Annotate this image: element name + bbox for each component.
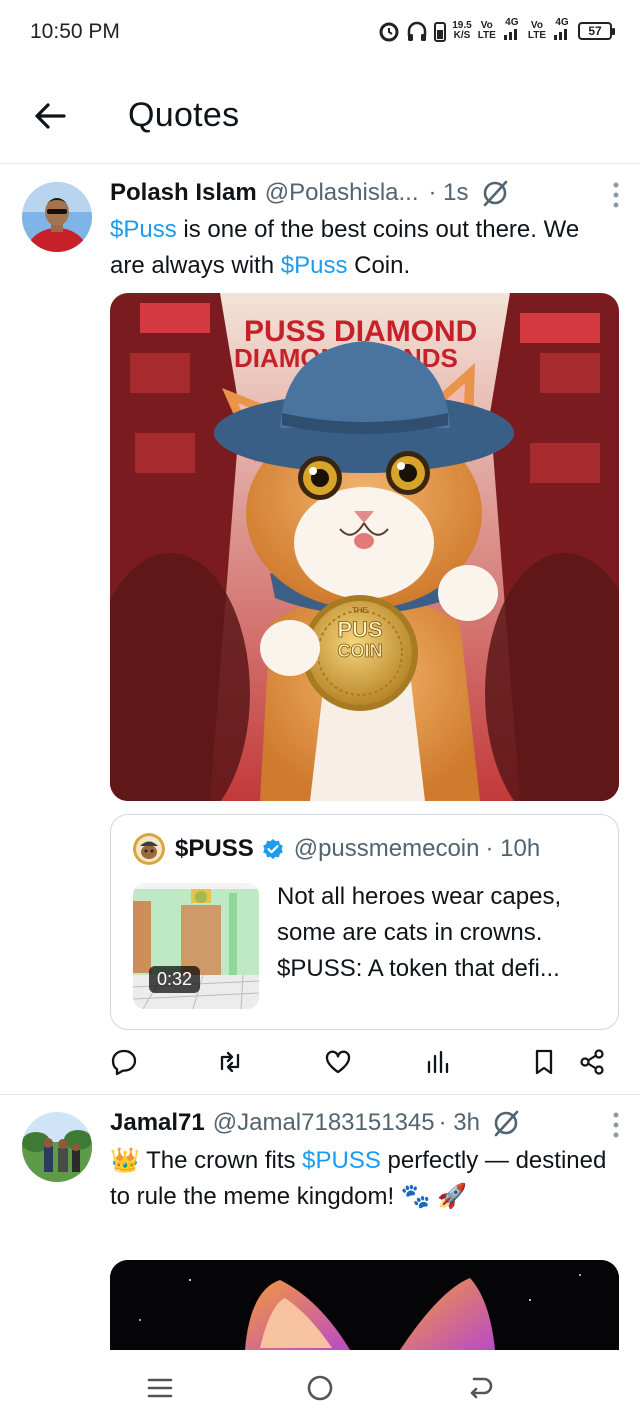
signal-icon bbox=[554, 29, 567, 40]
timestamp[interactable]: · 3h bbox=[439, 1109, 480, 1137]
views-button[interactable] bbox=[422, 1046, 454, 1078]
speed-unit: K/S bbox=[453, 29, 471, 41]
post-image[interactable]: PUSS DIAMOND DIAMOND HANDS bbox=[110, 293, 619, 801]
sim1-volte: Vo LTE bbox=[477, 19, 496, 41]
home-button[interactable] bbox=[300, 1368, 340, 1408]
more-icon[interactable] bbox=[612, 182, 620, 208]
display-name[interactable]: Jamal71 bbox=[110, 1109, 205, 1137]
page-title: Quotes bbox=[128, 96, 240, 134]
status-time: 10:50 PM bbox=[30, 20, 120, 43]
handle[interactable]: @Jamal7183151345 bbox=[213, 1109, 435, 1137]
network-speed: 19.5 K/S bbox=[452, 19, 472, 41]
post-image[interactable] bbox=[110, 1260, 619, 1350]
sim1-net: 4G bbox=[505, 17, 519, 28]
bookmark-icon bbox=[535, 1049, 553, 1075]
avatar[interactable] bbox=[22, 1112, 92, 1182]
reply-button[interactable] bbox=[108, 1046, 140, 1078]
repost-button[interactable] bbox=[214, 1046, 246, 1078]
sim2-signal: 4G bbox=[552, 18, 572, 43]
system-nav-bar bbox=[0, 1350, 640, 1422]
menu-icon bbox=[147, 1378, 173, 1398]
bookmark-button[interactable] bbox=[528, 1046, 560, 1078]
like-button[interactable] bbox=[322, 1046, 354, 1078]
post[interactable]: Jamal71 @Jamal7183151345 · 3h 👑 The crow… bbox=[0, 1096, 640, 1350]
battery-saver-icon bbox=[434, 21, 447, 42]
avatar[interactable] bbox=[22, 182, 92, 252]
quoted-post-text: Not all heroes wear capes, some are cats… bbox=[277, 883, 562, 982]
text-segment: Coin. bbox=[347, 252, 411, 279]
post-actions bbox=[110, 1044, 620, 1080]
grok-icon[interactable] bbox=[481, 179, 509, 207]
display-name[interactable]: Polash Islam bbox=[110, 179, 257, 207]
avatar[interactable] bbox=[133, 833, 165, 865]
back-icon bbox=[470, 1377, 493, 1399]
reply-icon bbox=[111, 1049, 137, 1076]
sim1-bottom: LTE bbox=[477, 29, 496, 41]
share-button[interactable] bbox=[576, 1046, 608, 1078]
handle[interactable]: @pussmemecoin bbox=[294, 835, 480, 863]
timestamp[interactable]: · 1s bbox=[429, 179, 469, 207]
video-thumbnail[interactable]: 0:32 bbox=[133, 883, 259, 1009]
sim1-top: Vo bbox=[480, 19, 493, 31]
cashtag-link[interactable]: $Puss bbox=[281, 252, 348, 279]
post-divider bbox=[0, 1094, 640, 1095]
headphones-icon bbox=[407, 21, 427, 41]
views-icon bbox=[427, 1050, 449, 1074]
recent-apps-button[interactable] bbox=[140, 1368, 180, 1408]
more-icon[interactable] bbox=[612, 1112, 620, 1138]
status-icons: 19.5 K/S Vo LTE 4G Vo LTE 4G 57 bbox=[378, 18, 615, 43]
post-header: Polash Islam @Polashisla... · 1s bbox=[110, 176, 620, 210]
system-back-button[interactable] bbox=[460, 1368, 500, 1408]
coin-text-line1: PUS bbox=[337, 617, 382, 642]
status-bar: 10:50 PM 19.5 K/S Vo LTE 4G Vo LTE 4G 57 bbox=[0, 0, 640, 64]
post-text: 👑 The crown fits $PUSS perfectly — desti… bbox=[110, 1143, 612, 1215]
speed-value: 19.5 bbox=[452, 19, 472, 31]
home-icon bbox=[307, 1375, 333, 1401]
sim1-signal: 4G bbox=[502, 18, 522, 43]
handle[interactable]: @Polashisla... bbox=[265, 179, 419, 207]
coin-text-line2: COIN bbox=[338, 641, 383, 661]
back-button[interactable] bbox=[28, 94, 72, 138]
grok-icon[interactable] bbox=[492, 1109, 520, 1137]
quoted-post[interactable]: $PUSS @pussmemecoin · 10h 0:32 Not all h… bbox=[110, 814, 619, 1030]
header: Quotes bbox=[0, 66, 640, 164]
timestamp[interactable]: · 10h bbox=[485, 835, 540, 863]
sim2-net: 4G bbox=[555, 17, 569, 28]
back-arrow-icon bbox=[35, 103, 66, 129]
coin-small-text: THE bbox=[352, 606, 368, 615]
repost-icon bbox=[220, 1051, 240, 1073]
sim2-top: Vo bbox=[530, 19, 543, 31]
post-header: Jamal71 @Jamal7183151345 · 3h bbox=[110, 1106, 620, 1140]
share-icon bbox=[580, 1049, 604, 1075]
like-icon bbox=[325, 1050, 351, 1074]
signal-icon bbox=[503, 29, 517, 40]
sim2-bottom: LTE bbox=[527, 29, 546, 41]
post-text: $Puss is one of the best coins out there… bbox=[110, 212, 612, 284]
display-name[interactable]: $PUSS bbox=[175, 835, 254, 863]
quoted-post-header: $PUSS @pussmemecoin · 10h bbox=[133, 833, 540, 865]
video-duration: 0:32 bbox=[149, 966, 201, 993]
alarm-icon bbox=[379, 22, 399, 41]
sim2-volte: Vo LTE bbox=[527, 19, 546, 41]
cashtag-link[interactable]: $Puss bbox=[110, 216, 177, 243]
verified-icon bbox=[262, 839, 283, 859]
cashtag-link[interactable]: $PUSS bbox=[302, 1147, 381, 1174]
post[interactable]: Polash Islam @Polashisla... · 1s $Puss i… bbox=[0, 166, 640, 1092]
battery-indicator: 57 bbox=[578, 21, 615, 40]
text-segment: 👑 The crown fits bbox=[110, 1147, 303, 1174]
